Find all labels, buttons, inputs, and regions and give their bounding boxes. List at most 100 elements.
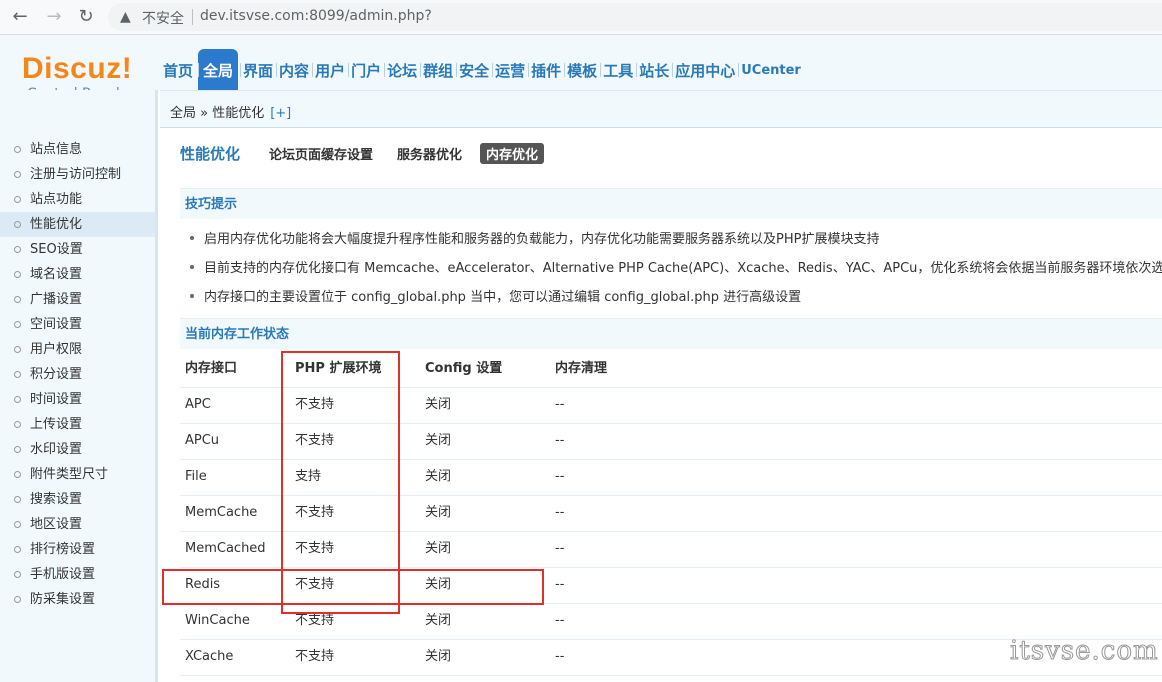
sub-tabs: 论坛页面缓存设置 服务器优化 内存优化 [263, 143, 545, 164]
top-navigation: 首页 全局 界面 内容 用户 门户 论坛 群组 安全 运营 插件 模板 工具 站长 应用中心 UCenter [160, 49, 804, 90]
security-label[interactable]: 不安全 [142, 8, 184, 28]
table-cell: -- [555, 433, 565, 448]
page-title: 性能优化 [180, 145, 241, 163]
redis-row-highlight [162, 569, 544, 605]
topnav-tab[interactable]: 安全 [456, 49, 492, 90]
sidebar-item-label: 防采集设置 [30, 592, 96, 607]
sidebar-item-label: 注册与访问控制 [30, 167, 122, 182]
topnav-tab[interactable]: 用户 [312, 49, 348, 90]
sidebar-item[interactable]: 用户权限 [0, 337, 155, 362]
topnav-tab[interactable]: 群组 [420, 49, 456, 90]
table-cell: XCache [185, 649, 234, 664]
sidebar-item[interactable]: 时间设置 [0, 387, 155, 412]
sidebar-item[interactable]: 广播设置 [0, 287, 155, 312]
admin-header: Discuz! Control Panel 首页全局界面内容用户门户论坛群组安全… [0, 35, 1162, 102]
address-bar[interactable]: ▲ 不安全 dev.itsvse.com:8099/admin.php? [108, 3, 1162, 31]
main-content: 性能优化 论坛页面缓存设置 服务器优化 内存优化 技巧提示 启用内存优化功能将会大幅… [160, 126, 1162, 682]
bullet-icon [14, 571, 21, 578]
sidebar-item[interactable]: 域名设置 [0, 262, 155, 287]
table-cell: 关闭 [425, 433, 452, 448]
tip-item: 目前支持的内存优化接口有 Memcache、eAccelerator、Alter… [190, 257, 1162, 276]
topnav-tab[interactable]: 工具 [600, 49, 636, 90]
url-text[interactable]: dev.itsvse.com:8099/admin.php? [200, 8, 432, 24]
sidebar-item[interactable]: SEO设置 [0, 237, 155, 262]
bullet-icon [14, 546, 21, 553]
tips-heading: 技巧提示 [180, 188, 1162, 219]
table-cell: -- [555, 613, 565, 628]
sidebar-item[interactable]: 附件类型尺寸 [0, 462, 155, 487]
warning-icon[interactable]: ▲ [120, 9, 136, 25]
address-divider [192, 9, 193, 25]
back-arrow-icon[interactable]: ← [8, 5, 32, 29]
bullet-icon [14, 296, 21, 303]
table-cell: APCu [185, 433, 220, 448]
sidebar-item[interactable]: 站点功能 [0, 187, 155, 212]
topnav-tab[interactable]: 站长 [636, 49, 672, 90]
sub-tab[interactable]: 服务器优化 [391, 143, 468, 164]
sidebar-item[interactable]: 手机版设置 [0, 562, 155, 587]
bullet-icon [14, 146, 21, 153]
discuz-logo[interactable]: Discuz! [22, 53, 132, 85]
topnav-tab[interactable]: 插件 [528, 49, 564, 90]
table-cell: -- [555, 397, 565, 412]
sidebar-item-label: 站点功能 [30, 192, 83, 207]
status-heading: 当前内存工作状态 [180, 318, 1162, 349]
sub-tab[interactable]: 论坛页面缓存设置 [263, 143, 379, 164]
reload-icon[interactable]: ↻ [74, 5, 98, 29]
sidebar-item-label: 积分设置 [30, 367, 83, 382]
breadcrumb-bar: 全局 » 性能优化 [+] [160, 90, 1162, 128]
table-cell: 不支持 [295, 649, 335, 664]
bullet-icon [14, 446, 21, 453]
sidebar-item-label: 广播设置 [30, 292, 83, 307]
sidebar-item-label: 水印设置 [30, 442, 83, 457]
topnav-tab[interactable]: 论坛 [384, 49, 420, 90]
bullet-icon [190, 293, 194, 298]
tip-item: 启用内存优化功能将会大幅度提升程序性能和服务器的负载能力，内存优化功能需要服务器… [190, 228, 879, 247]
topnav-tab[interactable]: 模板 [564, 49, 600, 90]
table-cell: -- [555, 505, 565, 520]
breadcrumb: 全局 » 性能优化 [+] [170, 102, 291, 121]
sidebar-item[interactable]: 水印设置 [0, 437, 155, 462]
topnav-tab[interactable]: 首页 [160, 49, 196, 90]
sidebar-item[interactable]: 性能优化 [0, 212, 155, 237]
sidebar-item-label: 性能优化 [30, 217, 83, 232]
topnav-tab[interactable]: 内容 [276, 49, 312, 90]
sidebar-item[interactable]: 注册与访问控制 [0, 162, 155, 187]
topnav-tab[interactable]: 全局 [198, 49, 239, 90]
table-cell: 关闭 [425, 505, 452, 520]
topnav-tab[interactable]: UCenter [738, 49, 804, 90]
bullet-icon [14, 196, 21, 203]
bullet-icon [14, 271, 21, 278]
table-cell: -- [555, 649, 565, 664]
bullet-icon [14, 521, 21, 528]
sidebar-item-label: 站点信息 [30, 142, 83, 157]
sidebar-item[interactable]: 站点信息 [0, 137, 155, 162]
sidebar-item[interactable]: 搜索设置 [0, 487, 155, 512]
bullet-icon [14, 221, 21, 228]
sidebar-item[interactable]: 排行榜设置 [0, 537, 155, 562]
forward-arrow-icon[interactable]: → [42, 5, 66, 29]
bullet-icon [14, 596, 21, 603]
tip-text: 启用内存优化功能将会大幅度提升程序性能和服务器的负载能力，内存优化功能需要服务器… [204, 232, 880, 247]
topnav-tab[interactable]: 运营 [492, 49, 528, 90]
bullet-icon [14, 421, 21, 428]
sidebar-item[interactable]: 防采集设置 [0, 587, 155, 612]
topnav-tab[interactable]: 应用中心 [672, 49, 738, 90]
topnav-tab[interactable]: 界面 [240, 49, 276, 90]
sidebar-item-label: 用户权限 [30, 342, 83, 357]
sub-tab[interactable]: 内存优化 [480, 143, 545, 164]
sidebar-item-label: SEO设置 [30, 242, 83, 257]
browser-toolbar: ← → ↻ ▲ 不安全 dev.itsvse.com:8099/admin.ph… [0, 0, 1162, 35]
bullet-icon [14, 171, 21, 178]
sidebar-item[interactable]: 地区设置 [0, 512, 155, 537]
sidebar-item[interactable]: 上传设置 [0, 412, 155, 437]
sidebar-item-label: 手机版设置 [30, 567, 96, 582]
sidebar-item-label: 时间设置 [30, 392, 83, 407]
add-shortcut-link[interactable]: [+] [270, 106, 291, 121]
table-cell: 关闭 [425, 469, 452, 484]
sidebar-item-label: 空间设置 [30, 317, 83, 332]
sidebar-item[interactable]: 空间设置 [0, 312, 155, 337]
bullet-icon [14, 371, 21, 378]
topnav-tab[interactable]: 门户 [348, 49, 384, 90]
sidebar-item[interactable]: 积分设置 [0, 362, 155, 387]
